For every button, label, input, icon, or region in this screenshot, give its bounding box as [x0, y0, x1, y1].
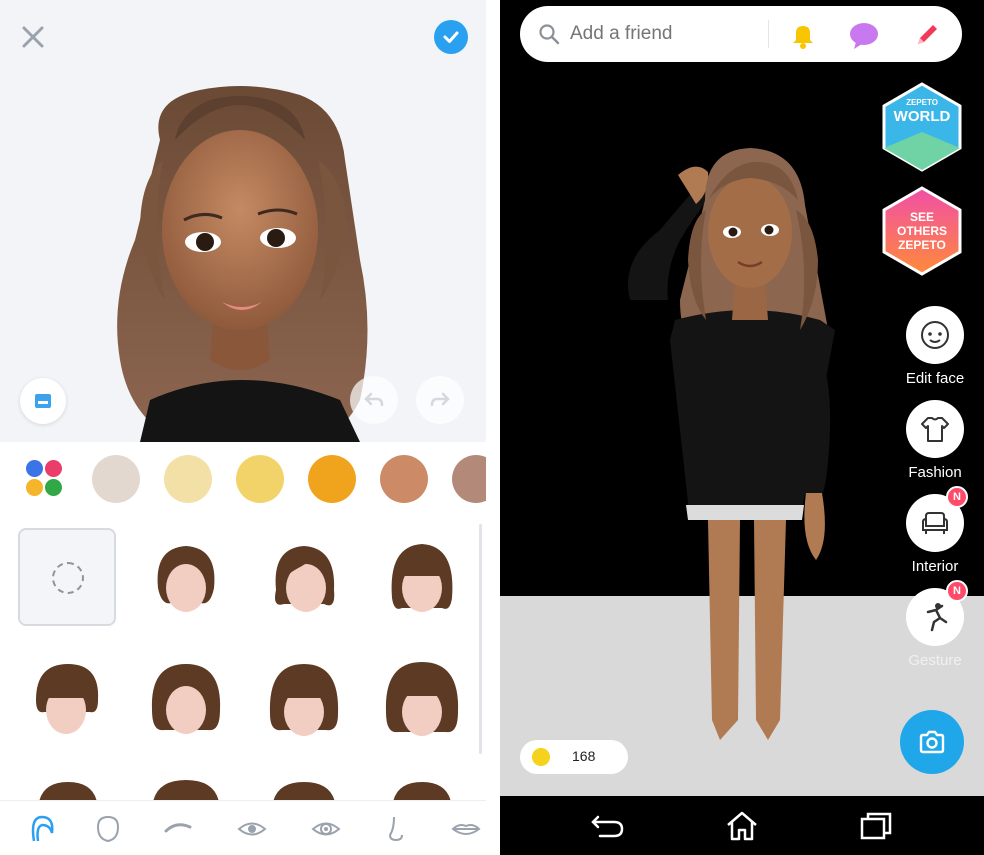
close-icon: [22, 26, 44, 48]
color-swatch[interactable]: [308, 455, 356, 503]
search-bar: [520, 6, 962, 62]
avatar-editor-panel: [0, 0, 486, 855]
avatar-head-illustration: [117, 86, 368, 442]
search-separator: [768, 20, 769, 48]
tab-face-shape[interactable]: [88, 811, 128, 847]
tab-eyes[interactable]: [232, 811, 272, 847]
edit-face-label: Edit face: [905, 370, 965, 387]
color-swatch[interactable]: [452, 455, 486, 503]
recent-apps-icon: [860, 812, 892, 840]
coin-icon: [532, 748, 550, 766]
hairstyle-option[interactable]: [18, 650, 116, 748]
hairstyle-option[interactable]: [372, 772, 470, 800]
background-button[interactable]: [20, 378, 66, 424]
hairstyle-option[interactable]: [372, 650, 470, 748]
see-others-line3: ZEPETO: [898, 238, 946, 252]
world-badge-top: ZEPETO: [906, 98, 938, 107]
eye-detail-icon: [311, 822, 341, 836]
hairstyle-option[interactable]: [254, 772, 352, 800]
hairstyle-option[interactable]: [372, 528, 470, 626]
interior-label: Interior: [911, 558, 959, 575]
redo-button[interactable]: [416, 376, 464, 424]
color-swatch[interactable]: [164, 455, 212, 503]
add-friend-input[interactable]: [570, 19, 770, 49]
edit-face-button[interactable]: [906, 306, 964, 364]
camera-button[interactable]: [900, 710, 964, 774]
recent-apps-button[interactable]: [856, 808, 896, 844]
hairstyle-grid: [0, 514, 486, 800]
search-icon: [539, 24, 560, 45]
none-icon: [52, 562, 84, 594]
hair-icon: [31, 815, 54, 842]
gesture-icon: [926, 603, 948, 632]
armchair-icon: [922, 512, 948, 534]
tab-lips[interactable]: [446, 811, 486, 847]
fashion-label: Fashion: [908, 464, 962, 481]
see-others-zepeto-button[interactable]: SEE OTHERS ZEPETO: [882, 186, 962, 276]
hairstyle-option[interactable]: [136, 650, 234, 748]
close-button[interactable]: [18, 22, 48, 52]
panel-divider: [486, 0, 500, 855]
color-swatch[interactable]: [236, 455, 284, 503]
undo-icon: [364, 392, 384, 407]
undo-button[interactable]: [350, 376, 398, 424]
tab-nose[interactable]: [376, 811, 416, 847]
gesture-label: Gesture: [908, 652, 962, 669]
system-navbar: [500, 796, 984, 855]
see-others-line1: SEE: [909, 210, 934, 224]
home-screen: ZEPETO WORLD SEE OTHERS ZEPETO Edit face: [500, 0, 984, 855]
world-badge-main: WORLD: [893, 108, 951, 125]
face-icon: [921, 321, 949, 349]
palette-icon[interactable]: [24, 458, 64, 498]
back-button[interactable]: [588, 808, 628, 844]
home-icon: [727, 811, 757, 841]
color-swatch[interactable]: [380, 455, 428, 503]
chat-icon[interactable]: [848, 22, 880, 50]
nose-icon: [388, 816, 403, 842]
color-swatch-row: [0, 442, 486, 514]
home-button[interactable]: [722, 808, 762, 844]
checkmark-icon: [443, 31, 459, 43]
coin-balance[interactable]: 168: [520, 740, 628, 774]
see-others-line2: OTHERS: [896, 224, 947, 238]
back-arrow-icon: [591, 815, 624, 838]
zepeto-world-button[interactable]: ZEPETO WORLD: [882, 82, 962, 172]
color-swatch[interactable]: [92, 455, 140, 503]
hairstyle-option[interactable]: [18, 772, 116, 800]
tab-eyebrows[interactable]: [158, 811, 198, 847]
grid-scrollbar[interactable]: [479, 524, 482, 754]
confirm-button[interactable]: [434, 20, 468, 54]
store-icon: [35, 394, 51, 408]
bell-icon[interactable]: [788, 20, 818, 50]
face-shape-icon: [96, 815, 120, 843]
eyebrow-icon: [164, 823, 192, 833]
lips-icon: [451, 824, 481, 835]
pencil-icon[interactable]: [912, 20, 942, 50]
coin-value: 168: [572, 748, 596, 764]
hairstyle-option[interactable]: [254, 650, 352, 748]
hairstyle-option[interactable]: [254, 528, 352, 626]
redo-icon: [430, 392, 450, 407]
editor-category-tabbar: [0, 800, 486, 855]
fashion-button[interactable]: [906, 400, 964, 458]
hairstyle-option[interactable]: [136, 772, 234, 800]
tab-eye-detail[interactable]: [306, 811, 346, 847]
world-hexagon-icon: [882, 82, 962, 172]
shirt-icon: [921, 417, 949, 442]
eye-icon: [237, 822, 267, 836]
camera-icon: [919, 730, 945, 754]
interior-new-badge: N: [946, 486, 968, 508]
tab-hair[interactable]: [22, 811, 62, 847]
avatar-preview: [0, 0, 486, 442]
gesture-new-badge: N: [946, 580, 968, 602]
hairstyle-none[interactable]: [18, 528, 116, 626]
hairstyle-option[interactable]: [136, 528, 234, 626]
